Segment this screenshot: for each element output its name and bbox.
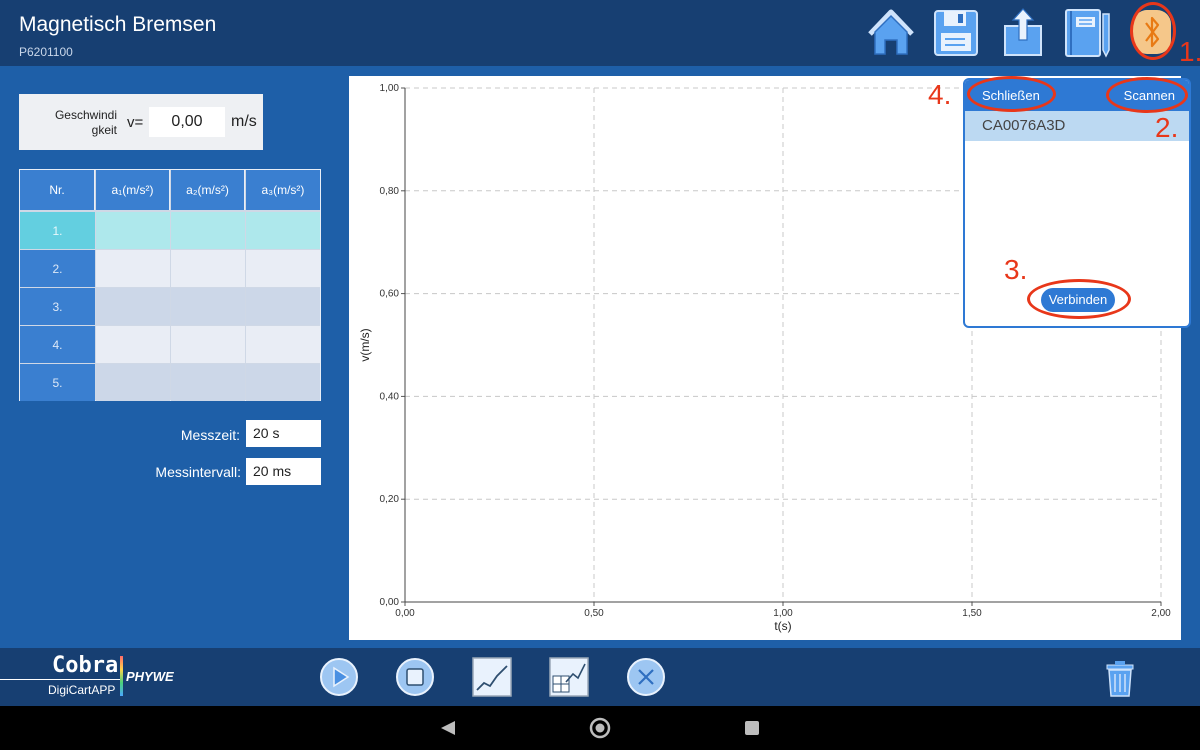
table-row[interactable]: 1. [20,212,320,249]
annotation-label: 2. [1155,112,1179,143]
x-tick-label: 0,00 [395,608,415,619]
speed-label-line2: gkeit [91,123,117,137]
table-cell[interactable] [246,250,320,287]
logo-color-bar [120,656,123,696]
x-axis-title: t(s) [774,619,791,633]
table-cell[interactable] [96,326,170,363]
y-axis-title: v(m/s) [358,328,372,361]
y-tick-label: 0,60 [380,289,400,300]
annotation-label: 1. [1179,36,1200,67]
table-row[interactable]: 3. [20,288,320,325]
column-header: a₃(m/s²) [246,170,320,210]
cancel-icon[interactable] [625,656,667,698]
experiment-number: P6201100 [19,45,73,59]
table-cell[interactable] [246,326,320,363]
table-cell[interactable] [96,250,170,287]
table-cell[interactable] [171,250,245,287]
home-icon[interactable] [866,6,916,58]
stop-icon[interactable] [394,656,436,698]
footer-toolbar: Cobra DigiCartAPP PHYWE [0,648,1200,706]
table-row[interactable]: 5. [20,364,320,401]
system-nav-bar [0,706,1200,750]
table-cell[interactable] [96,288,170,325]
messintervall-field[interactable]: 20 ms [246,458,321,485]
annotation-ring [1106,77,1188,113]
nav-buttons [441,717,759,739]
cobra-logo: Cobra [52,653,119,678]
table-cell[interactable] [171,326,245,363]
speed-symbol: v= [127,114,144,131]
row-number: 1. [20,212,95,249]
messintervall-label: Messintervall: [155,464,241,480]
messzeit-label: Messzeit: [180,427,240,443]
speed-unit: m/s [231,113,257,130]
trash-icon[interactable] [1099,656,1141,698]
annotation-label: 3. [1004,254,1028,285]
y-tick-label: 0,00 [380,597,400,608]
digicart-logo: DigiCartAPP [48,683,116,697]
table-header: Nr. a₁(m/s²) a₂(m/s²) a₃(m/s²) [20,170,320,210]
table-cell[interactable] [246,212,320,249]
x-tick-label: 1,00 [773,608,793,619]
table-chart-icon[interactable] [548,656,590,698]
table-cell[interactable] [246,364,320,401]
table-cell[interactable] [171,364,245,401]
column-header: a₂(m/s²) [171,170,245,210]
column-header: a₁(m/s²) [96,170,170,210]
app-header: Magnetisch Bremsen P6201100 [0,0,1200,66]
y-tick-label: 0,40 [380,391,400,402]
home-nav-dot [595,723,605,733]
row-number: 2. [20,250,95,287]
y-tick-label: 0,20 [380,494,400,505]
y-tick-label: 0,80 [380,186,400,197]
messzeit-field[interactable]: 20 s [246,420,321,447]
table-cell[interactable] [96,364,170,401]
annotation-ring [967,76,1056,112]
speed-display: Geschwindi gkeit v= 0,00 m/s [19,94,263,150]
logo-divider [0,679,120,680]
page-title: Magnetisch Bremsen [19,13,217,36]
annotation-label: 4. [928,79,952,110]
speed-label: Geschwindi gkeit [25,108,117,138]
table-cell[interactable] [171,212,245,249]
phywe-logo: PHYWE [126,669,174,684]
save-icon[interactable] [931,6,981,58]
measurement-table: Nr. a₁(m/s²) a₂(m/s²) a₃(m/s²) 1. 2. 3. … [19,169,321,401]
row-number: 5. [20,364,95,401]
row-number: 3. [20,288,95,325]
y-tick-label: 1,00 [380,83,400,94]
annotation-ring [1130,2,1176,60]
table-cell[interactable] [96,212,170,249]
annotation-ring [1027,279,1131,319]
play-icon[interactable] [318,656,360,698]
export-icon[interactable] [998,6,1048,58]
x-tick-label: 0,50 [584,608,604,619]
speed-value: 0,00 [149,107,225,137]
table-row[interactable]: 4. [20,326,320,363]
recents-icon[interactable] [745,721,759,735]
x-tick-label: 2,00 [1151,608,1171,619]
chart-icon[interactable] [471,656,513,698]
speed-label-line1: Geschwindi [54,108,117,122]
column-header: Nr. [20,170,95,210]
notebook-icon[interactable] [1061,6,1111,58]
table-row[interactable]: 2. [20,250,320,287]
table-cell[interactable] [246,288,320,325]
row-number: 4. [20,326,95,363]
x-tick-label: 1,50 [962,608,982,619]
back-icon[interactable] [441,721,455,735]
table-cell[interactable] [171,288,245,325]
